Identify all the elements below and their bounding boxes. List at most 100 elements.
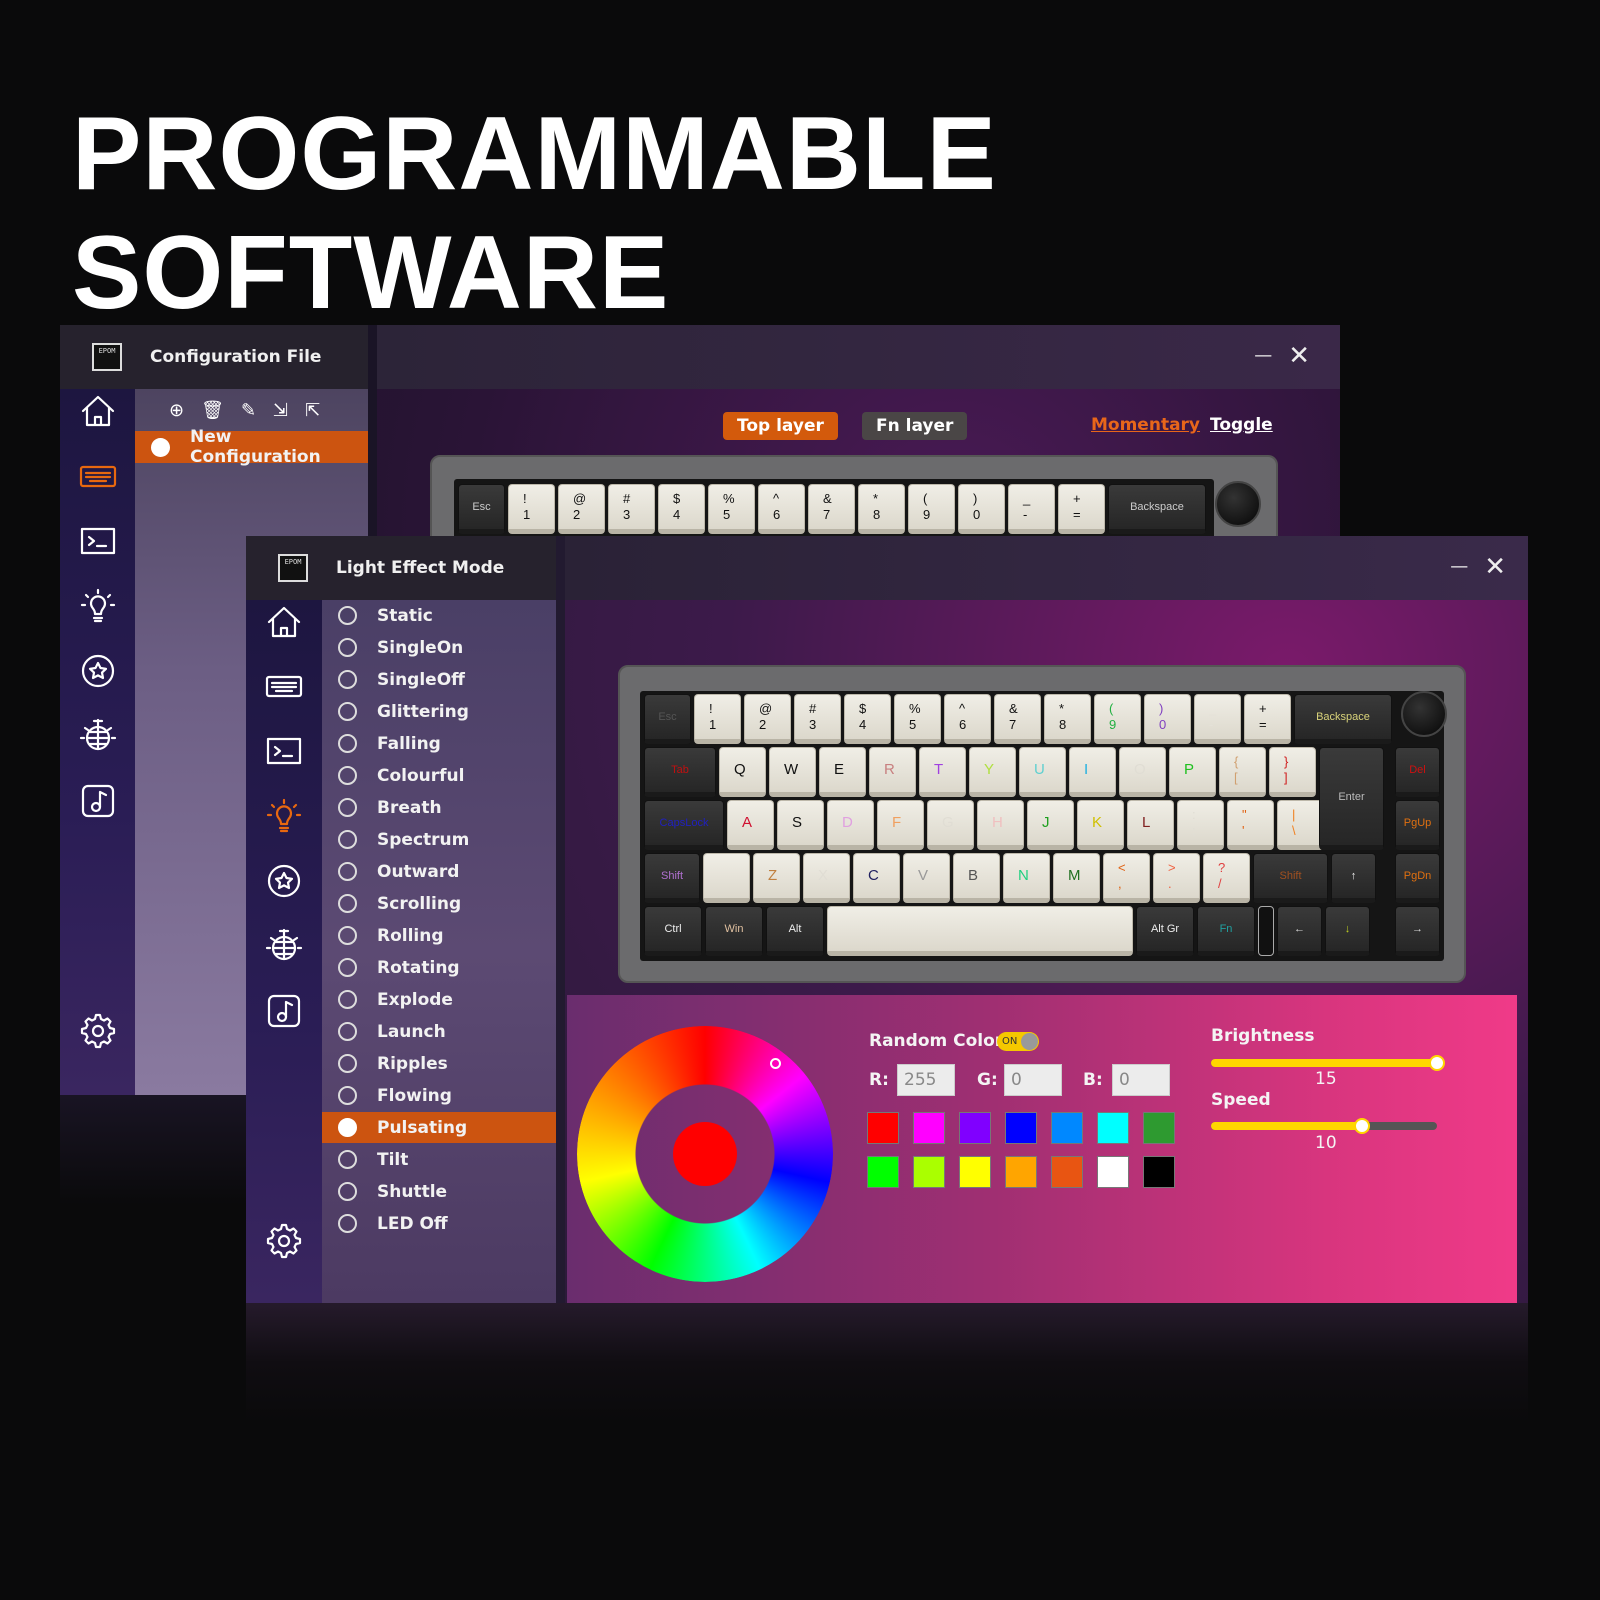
key[interactable]: @2	[744, 694, 791, 744]
light-icon[interactable]	[78, 586, 118, 626]
key[interactable]: Win	[705, 906, 763, 956]
key[interactable]: * 8	[1044, 694, 1091, 744]
effect-item[interactable]: Flowing	[322, 1080, 556, 1111]
effect-item[interactable]: Colourful	[322, 760, 556, 791]
effect-item[interactable]: Rolling	[322, 920, 556, 951]
key[interactable]: C	[853, 853, 900, 903]
key[interactable]: W	[769, 747, 816, 797]
key[interactable]: <,	[1103, 853, 1150, 903]
close-button[interactable]: ✕	[1484, 552, 1506, 582]
volume-knob[interactable]	[1215, 481, 1261, 527]
star-icon[interactable]	[78, 651, 118, 691]
key[interactable]: Backspace	[1294, 694, 1392, 744]
key[interactable]: % 5	[894, 694, 941, 744]
key[interactable]: + =	[1244, 694, 1291, 744]
effect-item[interactable]: Pulsating	[322, 1112, 556, 1143]
key[interactable]: B	[953, 853, 1000, 903]
key[interactable]: _ -	[1194, 694, 1241, 744]
color-swatch[interactable]	[1097, 1156, 1129, 1188]
key[interactable]: " '	[1227, 800, 1274, 850]
key[interactable]: Ctrl	[644, 906, 702, 956]
key[interactable]: % 5	[708, 484, 755, 534]
color-swatch[interactable]	[1143, 1156, 1175, 1188]
slider-thumb[interactable]	[1354, 1118, 1371, 1134]
key[interactable]: ) 0	[958, 484, 1005, 534]
titlebar[interactable]	[377, 325, 1340, 389]
minimize-button[interactable]: —	[1254, 345, 1272, 371]
key[interactable]: :;	[1177, 800, 1224, 850]
key[interactable]: F	[877, 800, 924, 850]
key[interactable]: ^ 6	[944, 694, 991, 744]
key[interactable]: Del	[1395, 747, 1440, 797]
key[interactable]: O	[1119, 747, 1166, 797]
color-swatch[interactable]	[1097, 1112, 1129, 1144]
effect-item[interactable]: SingleOff	[322, 664, 556, 695]
key[interactable]: ) 0	[1144, 694, 1191, 744]
effect-item[interactable]: Falling	[322, 728, 556, 759]
color-swatch[interactable]	[913, 1156, 945, 1188]
minimize-button[interactable]: —	[1450, 556, 1468, 582]
key[interactable]: M	[1053, 853, 1100, 903]
key[interactable]: X	[803, 853, 850, 903]
close-button[interactable]: ✕	[1288, 341, 1310, 371]
key[interactable]: ↓	[1325, 906, 1370, 956]
key[interactable]: PgDn	[1395, 853, 1440, 903]
key[interactable]: & 7	[808, 484, 855, 534]
b-input[interactable]: 0	[1112, 1064, 1170, 1096]
effect-item[interactable]: Explode	[322, 984, 556, 1015]
key[interactable]: J	[1027, 800, 1074, 850]
edit-icon[interactable]: ✎	[241, 400, 256, 421]
color-wheel-handle[interactable]	[770, 1058, 781, 1069]
key[interactable]: (9	[908, 484, 955, 534]
key[interactable]: Y	[969, 747, 1016, 797]
key[interactable]: ^ 6	[758, 484, 805, 534]
keyboard-icon[interactable]	[78, 456, 118, 496]
top-layer-button[interactable]: Top layer	[723, 412, 838, 440]
titlebar[interactable]	[565, 536, 1528, 600]
home-icon[interactable]	[264, 602, 304, 642]
key[interactable]: (9	[1094, 694, 1141, 744]
color-swatch[interactable]	[1005, 1112, 1037, 1144]
key[interactable]: $4	[658, 484, 705, 534]
key[interactable]: N	[1003, 853, 1050, 903]
key[interactable]: U	[1019, 747, 1066, 797]
color-swatch[interactable]	[1005, 1156, 1037, 1188]
key[interactable]: L	[1127, 800, 1174, 850]
import-icon[interactable]: ⇲	[273, 400, 288, 421]
effect-item[interactable]: Outward	[322, 856, 556, 887]
settings-icon[interactable]	[264, 1221, 304, 1261]
macro-icon[interactable]	[78, 521, 118, 561]
key[interactable]: $4	[844, 694, 891, 744]
disco-icon[interactable]	[264, 926, 304, 966]
add-icon[interactable]: ⊕	[169, 400, 184, 421]
key[interactable]: #3	[608, 484, 655, 534]
macro-icon[interactable]	[264, 731, 304, 771]
key[interactable]: ! 1	[694, 694, 741, 744]
key[interactable]: PgUp	[1395, 800, 1440, 850]
effect-item[interactable]: Breath	[322, 792, 556, 823]
key[interactable]: Shift	[1253, 853, 1328, 903]
slider-thumb[interactable]	[1429, 1055, 1445, 1071]
momentary-link[interactable]: Momentary	[1091, 415, 1200, 435]
random-color-toggle[interactable]: ON	[997, 1032, 1039, 1051]
settings-icon[interactable]	[78, 1011, 118, 1051]
effect-item[interactable]: Ripples	[322, 1048, 556, 1079]
key[interactable]: Z	[753, 853, 800, 903]
config-item[interactable]: New Configuration	[135, 427, 368, 467]
key[interactable]: G	[927, 800, 974, 850]
key[interactable]: & 7	[994, 694, 1041, 744]
key[interactable]	[703, 853, 750, 903]
export-icon[interactable]: ⇱	[305, 400, 320, 421]
key[interactable]: >.	[1153, 853, 1200, 903]
key[interactable]: H	[977, 800, 1024, 850]
key[interactable]: I	[1069, 747, 1116, 797]
effect-item[interactable]: Spectrum	[322, 824, 556, 855]
effect-item[interactable]: SingleOn	[322, 632, 556, 663]
key[interactable]: Q	[719, 747, 766, 797]
key[interactable]: ↑	[1331, 853, 1376, 903]
color-swatch[interactable]	[959, 1156, 991, 1188]
speed-slider[interactable]	[1211, 1118, 1437, 1134]
key[interactable]: }]	[1269, 747, 1316, 797]
key[interactable]: {[	[1219, 747, 1266, 797]
key[interactable]: @2	[558, 484, 605, 534]
